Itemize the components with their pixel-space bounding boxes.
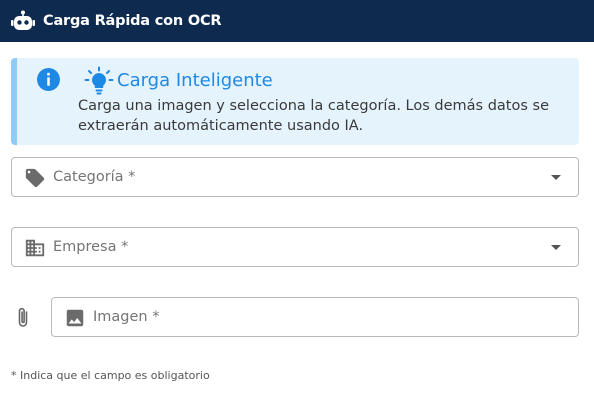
- imagen-label: Imagen *: [93, 309, 160, 325]
- chevron-down-icon[interactable]: [551, 245, 561, 250]
- alert-title: Carga Inteligente: [117, 70, 273, 91]
- categoria-select[interactable]: Categoría *: [11, 157, 579, 197]
- tag-icon: [24, 167, 46, 189]
- chevron-down-icon[interactable]: [551, 175, 561, 180]
- empresa-label: Empresa *: [53, 239, 129, 255]
- building-icon: [24, 237, 46, 259]
- required-footnote: * Indica que el campo es obligatorio: [11, 369, 210, 382]
- robot-icon: [11, 9, 35, 33]
- alert-body: Carga una imagen y selecciona la categor…: [78, 98, 549, 134]
- info-alert: Carga Inteligente Carga una imagen y sel…: [11, 58, 579, 145]
- app-header: Carga Rápida con OCR: [0, 0, 594, 42]
- categoria-label: Categoría *: [53, 169, 136, 185]
- page-title: Carga Rápida con OCR: [43, 13, 222, 29]
- empresa-select[interactable]: Empresa *: [11, 227, 579, 267]
- lightbulb-icon: [84, 66, 114, 96]
- imagen-file-input[interactable]: Imagen *: [51, 297, 579, 337]
- paperclip-icon[interactable]: [13, 306, 33, 330]
- info-icon: [36, 67, 61, 92]
- image-icon: [64, 307, 86, 329]
